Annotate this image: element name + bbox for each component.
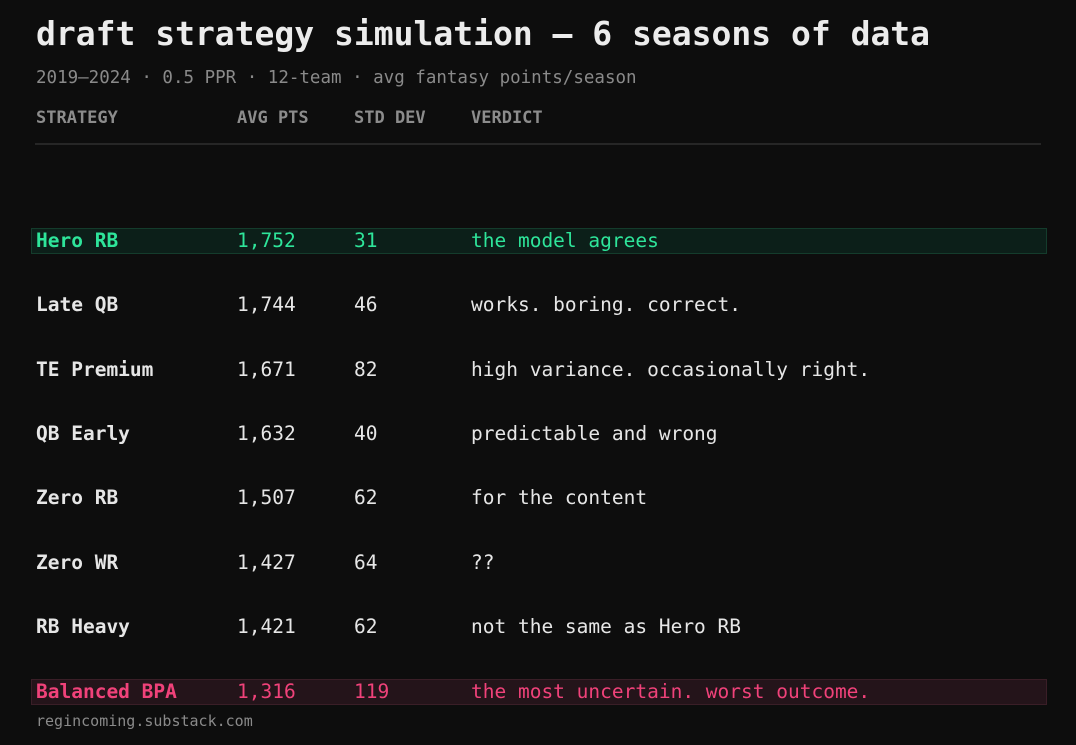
strategy-name: Late QB (36, 293, 119, 316)
verdict-text: ?? (471, 551, 495, 574)
avg-pts-value: 1,427 (237, 551, 296, 574)
std-dev-value: 62 (354, 486, 378, 509)
strategy-name: Balanced BPA (36, 680, 177, 703)
std-dev-value: 31 (354, 229, 378, 252)
verdict-text: high variance. occasionally right. (471, 358, 871, 381)
avg-pts-value: 1,507 (237, 486, 296, 509)
std-dev-value: 64 (354, 551, 378, 574)
strategy-name: TE Premium (36, 358, 154, 381)
strategy-name: Zero RB (36, 486, 119, 509)
footer-source: regincoming.substack.com (36, 712, 253, 730)
column-header-strategy: STRATEGY (36, 108, 118, 128)
strategy-name: Hero RB (36, 229, 119, 252)
verdict-text: the model agrees (471, 229, 659, 252)
std-dev-value: 40 (354, 422, 378, 445)
avg-pts-value: 1,421 (237, 615, 296, 638)
table-header: STRATEGY AVG PTS STD DEV VERDICT (0, 108, 1076, 130)
column-header-verdict: VERDICT (471, 108, 543, 128)
strategy-name: RB Heavy (36, 615, 130, 638)
table-row: Balanced BPA 1,316 119 the most uncertai… (0, 679, 1076, 705)
avg-pts-value: 1,671 (237, 358, 296, 381)
std-dev-value: 82 (354, 358, 378, 381)
avg-pts-value: 1,632 (237, 422, 296, 445)
page-subtitle: 2019–2024 · 0.5 PPR · 12-team · avg fant… (36, 68, 637, 88)
page-title: draft strategy simulation — 6 seasons of… (36, 14, 931, 53)
table-row: RB Heavy 1,421 62 not the same as Hero R… (0, 614, 1076, 640)
verdict-text: for the content (471, 486, 648, 509)
verdict-text: not the same as Hero RB (471, 615, 742, 638)
std-dev-value: 46 (354, 293, 378, 316)
verdict-text: predictable and wrong (471, 422, 718, 445)
avg-pts-value: 1,752 (237, 229, 296, 252)
table-row: Late QB 1,744 46 works. boring. correct. (0, 292, 1076, 318)
verdict-text: works. boring. correct. (471, 293, 742, 316)
table-row: TE Premium 1,671 82 high variance. occas… (0, 357, 1076, 383)
avg-pts-value: 1,316 (237, 680, 296, 703)
avg-pts-value: 1,744 (237, 293, 296, 316)
header-divider (35, 143, 1041, 145)
table-row: QB Early 1,632 40 predictable and wrong (0, 421, 1076, 447)
strategy-name: QB Early (36, 422, 130, 445)
column-header-std-dev: STD DEV (354, 108, 426, 128)
table-row: Zero WR 1,427 64 ?? (0, 550, 1076, 576)
column-header-avg-pts: AVG PTS (237, 108, 309, 128)
table-row: Hero RB 1,752 31 the model agrees (0, 228, 1076, 254)
strategy-name: Zero WR (36, 551, 119, 574)
std-dev-value: 119 (354, 680, 390, 703)
verdict-text: the most uncertain. worst outcome. (471, 680, 871, 703)
table-row: Zero RB 1,507 62 for the content (0, 485, 1076, 511)
std-dev-value: 62 (354, 615, 378, 638)
